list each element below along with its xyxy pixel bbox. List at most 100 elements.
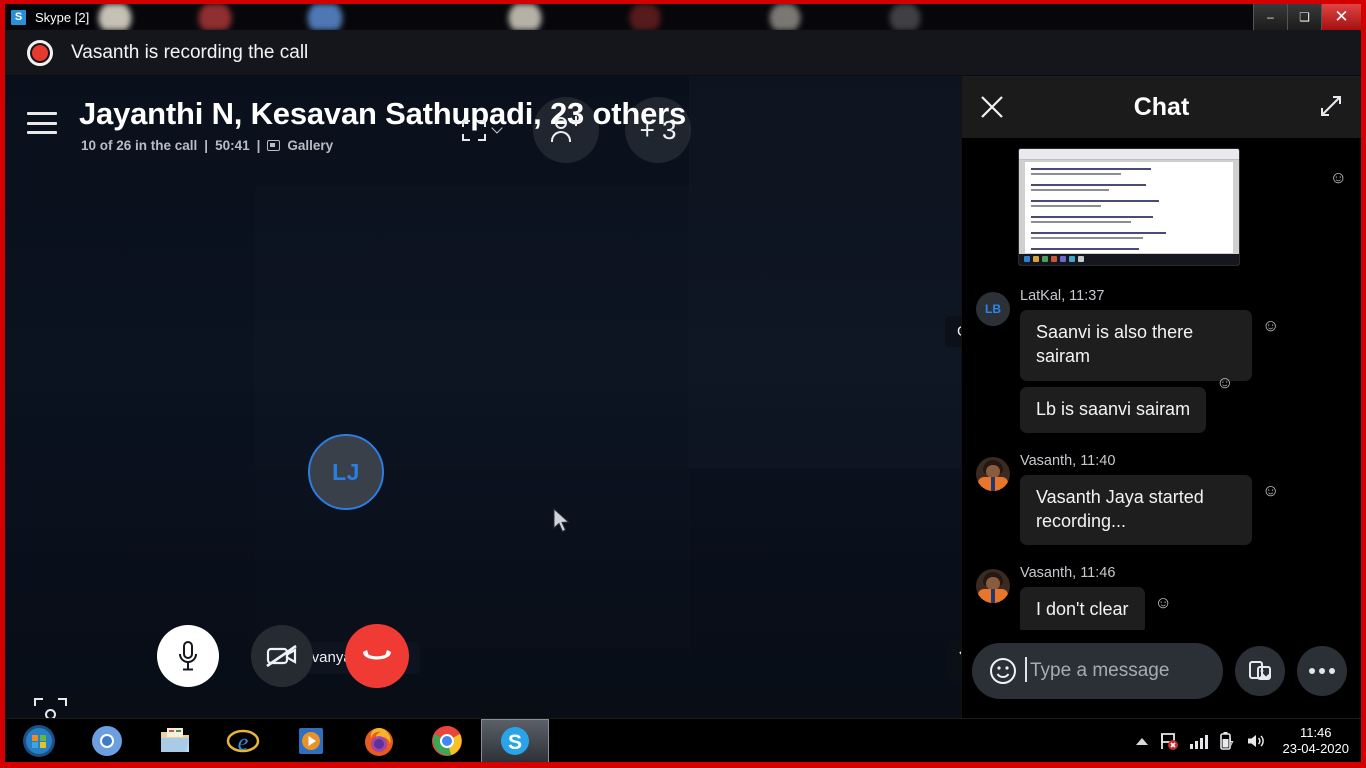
send-image-icon <box>1249 661 1271 680</box>
chat-messages-list[interactable]: ☺ LB LatKal, 11:37 Saanvi is also there … <box>962 138 1361 630</box>
message-sender-time: LatKal, 11:37 <box>1020 288 1105 304</box>
camera-button[interactable] <box>251 625 313 687</box>
frame-layout-icon <box>462 119 486 141</box>
layout-switch-button[interactable] <box>456 112 507 149</box>
call-duration: 50:41 <box>215 138 250 153</box>
taskbar-chrome[interactable] <box>413 719 481 763</box>
message-bubble[interactable]: I don't clear <box>1020 587 1145 630</box>
avatar <box>976 456 1010 491</box>
taskbar-skype[interactable]: S <box>481 718 549 762</box>
emoji-reaction-icon[interactable]: ☺ <box>1262 316 1279 336</box>
firefox-icon <box>365 727 393 756</box>
layout-mode-label: Gallery <box>287 138 334 153</box>
close-icon[interactable] <box>978 93 1006 121</box>
taskbar-clock[interactable]: 11:46 23-04-2020 <box>1283 725 1350 758</box>
file-explorer-icon <box>161 727 189 752</box>
network-signal-icon[interactable] <box>1189 733 1208 749</box>
screen: S Skype [2] – ❑ ✕ Vasanth is recording t… <box>0 0 1366 768</box>
windows-media-player-icon <box>299 727 323 754</box>
chat-title: Chat <box>1133 92 1190 121</box>
subtitle-separator-2: | <box>256 138 261 153</box>
thumbnail-page <box>1025 162 1233 253</box>
svg-text:e: e <box>238 730 249 756</box>
gallery-layout-icon <box>267 140 281 151</box>
shared-screenshot-thumbnail[interactable] <box>1018 148 1240 266</box>
svg-text:S: S <box>508 731 522 754</box>
hamburger-menu-icon[interactable] <box>27 112 57 134</box>
chat-panel: Chat ☺ LB LatKal, 11:37 Saanvi is also t… <box>961 76 1361 718</box>
call-subtitle: 10 of 26 in the call | 50:41 | Gallery <box>81 138 333 153</box>
window-controls: – ❑ ✕ <box>1253 4 1361 30</box>
taskbar-media-player[interactable] <box>277 719 345 763</box>
search-message-placeholder: Type a message <box>1025 657 1169 682</box>
video-gallery: Jayanthi N, Kesavan Sathupadi, 23 others… <box>5 76 961 718</box>
thumbnail-browser-bar <box>1019 149 1239 160</box>
taskbar-file-explorer[interactable] <box>141 719 209 763</box>
emoji-reaction-icon[interactable]: ☺ <box>1330 168 1347 188</box>
speaker-avatar: LJ <box>308 434 384 510</box>
recording-banner-text: Vasanth is recording the call <box>71 41 309 63</box>
expand-diagonal-icon[interactable] <box>1317 92 1345 120</box>
emoji-picker-icon[interactable] <box>988 656 1018 686</box>
send-image-button[interactable] <box>1235 646 1285 696</box>
avatar <box>976 569 1010 604</box>
message-bubble[interactable]: Saanvi is also there sairam <box>1020 310 1252 381</box>
video-tile-grid <box>5 76 961 718</box>
taskbar-internet-explorer[interactable]: e <box>209 719 277 763</box>
show-hidden-icons-arrow[interactable] <box>1135 737 1148 745</box>
chevron-down-icon <box>491 122 503 134</box>
minimize-button[interactable]: – <box>1253 4 1287 30</box>
skype-icon: S <box>11 9 26 25</box>
taskbar-chromium[interactable] <box>73 719 141 763</box>
title-bar-background-blur <box>5 4 1361 30</box>
more-options-button[interactable] <box>1297 646 1347 696</box>
emoji-reaction-icon[interactable]: ☺ <box>1216 373 1233 393</box>
thumbnail-taskbar <box>1019 254 1239 265</box>
action-center-flag-error-icon[interactable] <box>1159 731 1179 751</box>
avatar: LB <box>976 292 1010 326</box>
list-item: LB LatKal, 11:37 Saanvi is also there sa… <box>962 276 1361 441</box>
message-sender-time: Vasanth, 11:46 <box>1020 565 1116 582</box>
participants-count: 10 of 26 in the call <box>81 138 198 153</box>
taskbar-firefox[interactable] <box>345 719 413 763</box>
list-item: Vasanth, 11:40 Vasanth Jaya started reco… <box>962 441 1361 554</box>
close-button[interactable]: ✕ <box>1321 4 1361 30</box>
shared-image-message: ☺ <box>962 148 1361 266</box>
microphone-button[interactable] <box>157 625 219 687</box>
skype-window: S Skype [2] – ❑ ✕ Vasanth is recording t… <box>5 4 1361 762</box>
end-call-button[interactable] <box>345 624 409 688</box>
message-bubble[interactable]: Lb is saanvi sairam <box>1020 386 1207 433</box>
add-person-button[interactable] <box>533 97 599 163</box>
chat-panel-header: Chat <box>962 76 1361 138</box>
chrome-icon <box>432 725 462 756</box>
internet-explorer-icon: e <box>226 729 260 756</box>
restore-button[interactable]: ❑ <box>1287 4 1321 30</box>
message-input-wrapper[interactable]: Type a message <box>972 643 1223 699</box>
record-dot-icon <box>27 39 53 66</box>
partial-tile-name-chip: Ga <box>945 316 961 347</box>
more-participants-button[interactable]: + 3 <box>625 97 691 163</box>
message-input[interactable]: Type a message <box>1030 660 1169 681</box>
system-tray: 11:46 23-04-2020 <box>1135 719 1362 762</box>
window-title: Skype [2] <box>35 9 90 25</box>
participant-muted-badge <box>947 641 961 681</box>
call-stage: Jayanthi N, Kesavan Sathupadi, 23 others… <box>5 76 1361 718</box>
list-item: Vasanth, 11:46 I don't clear ☺ Lavanya i… <box>962 553 1361 630</box>
emoji-reaction-icon[interactable]: ☺ <box>1262 481 1279 501</box>
battery-charging-icon[interactable] <box>1219 731 1235 751</box>
recording-banner: Vasanth is recording the call <box>5 30 1361 76</box>
more-options-icon <box>1309 668 1335 674</box>
emoji-reaction-icon[interactable]: ☺ <box>1155 593 1172 613</box>
windows-taskbar: e S 11:46 23-04-2020 <box>5 718 1361 762</box>
add-person-icon <box>551 116 581 144</box>
volume-icon[interactable] <box>1246 732 1266 750</box>
hangup-phone-icon <box>363 650 391 660</box>
chat-composer: Type a message <box>962 630 1361 718</box>
start-button[interactable] <box>5 719 73 763</box>
window-title-bar: S Skype [2] – ❑ ✕ <box>5 4 1361 30</box>
message-bubble[interactable]: Vasanth Jaya started recording... <box>1020 474 1252 546</box>
skype-icon: S <box>501 726 529 755</box>
header-actions: + 3 <box>456 97 691 163</box>
snapshot-capture-icon[interactable] <box>34 698 67 718</box>
clock-date: 23-04-2020 <box>1282 741 1350 756</box>
